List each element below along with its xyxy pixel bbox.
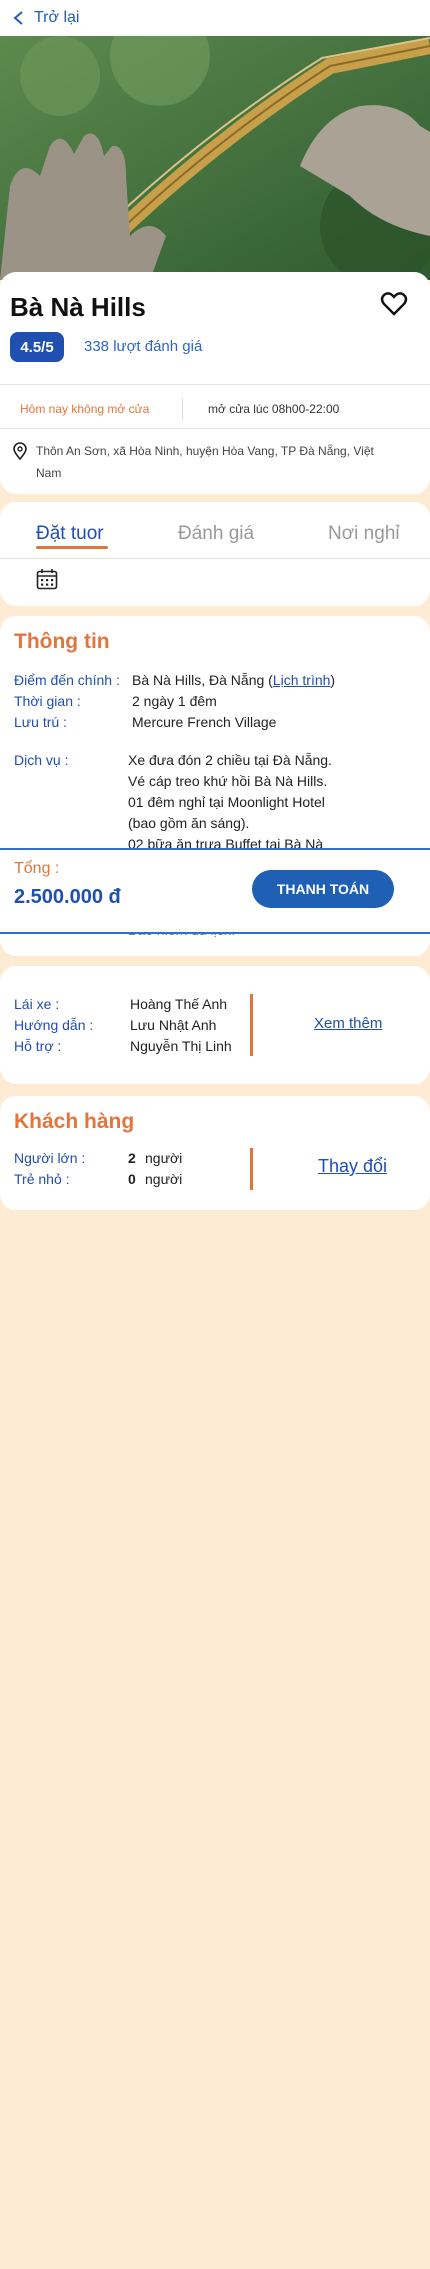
review-count-link[interactable]: 338 lượt đánh giá [84, 338, 202, 355]
service-label: Dịch vụ : [14, 752, 69, 768]
divider [0, 384, 430, 385]
child-unit: người [145, 1171, 183, 1187]
adult-count: 2 [128, 1150, 136, 1166]
support-value: Nguyễn Thị Linh [130, 1038, 232, 1054]
hero-image [0, 36, 430, 280]
back-link[interactable]: Trở lại [34, 9, 79, 27]
guide-label: Hướng dẫn : [14, 1017, 94, 1033]
calendar-icon[interactable] [36, 568, 58, 590]
opening-hours: mở cửa lúc 08h00-22:00 [208, 402, 340, 416]
tab-book-tour[interactable]: Đặt tuor [36, 523, 104, 545]
pay-button[interactable]: THANH TOÁN [252, 870, 394, 908]
location-pin-icon [12, 442, 28, 461]
adult-label: Người lớn : [14, 1150, 86, 1166]
support-label: Hỗ trợ : [14, 1038, 62, 1054]
destination-value: Bà Nà Hills, Đà Nẵng (Lịch trình) [132, 672, 336, 688]
address: Thôn An Sơn, xã Hòa Ninh, huyện Hòa Vang… [36, 444, 374, 480]
see-more-link[interactable]: Xem thêm [314, 1015, 382, 1032]
child-label: Trẻ nhỏ : [14, 1171, 70, 1187]
active-tab-indicator [36, 546, 108, 549]
service-line: 01 đêm nghỉ tại Moonlight Hotel [128, 794, 325, 810]
place-title: Bà Nà Hills [10, 292, 146, 322]
divider [0, 558, 430, 559]
guide-value: Lưu Nhật Anh [130, 1017, 217, 1033]
service-line: Xe đưa đón 2 chiều tại Đà Nẵng. [128, 752, 332, 768]
checkout-bar: Tổng : 2.500.000 đ THANH TOÁN [0, 848, 430, 934]
tab-lodging[interactable]: Nơi nghỉ [328, 523, 400, 545]
service-line: (bao gồm ăn sáng). [128, 815, 250, 831]
chevron-left-icon[interactable] [12, 11, 26, 25]
customers-title: Khách hàng [14, 1110, 135, 1133]
time-value: 2 ngày 1 đêm [132, 693, 217, 709]
stay-label: Lưu trú : [14, 714, 67, 730]
tab-reviews[interactable]: Đánh giá [178, 523, 254, 545]
destination-label: Điểm đến chính : [14, 672, 120, 688]
open-status: Hôm nay không mở cửa [20, 402, 150, 416]
service-line: Vé cáp treo khứ hồi Bà Nà Hills. [128, 773, 328, 789]
total-label: Tổng : [14, 860, 60, 877]
change-customers-link[interactable]: Thay đổi [318, 1156, 387, 1177]
divider [250, 994, 253, 1056]
tabs-card [0, 502, 430, 606]
driver-value: Hoàng Thế Anh [130, 996, 228, 1012]
driver-label: Lái xe : [14, 996, 60, 1012]
total-value: 2.500.000 đ [14, 886, 121, 908]
heart-icon[interactable] [380, 290, 408, 318]
time-label: Thời gian : [14, 693, 81, 709]
child-count: 0 [128, 1171, 136, 1187]
stay-value: Mercure French Village [132, 714, 277, 730]
divider [0, 428, 430, 429]
info-title: Thông tin [14, 630, 110, 653]
rating-badge: 4.5/5 [10, 332, 64, 362]
top-bar: Trở lại [0, 0, 430, 36]
schedule-link[interactable]: Lịch trình [273, 672, 331, 688]
adult-unit: người [145, 1150, 183, 1166]
divider [250, 1148, 253, 1190]
divider [182, 398, 183, 420]
